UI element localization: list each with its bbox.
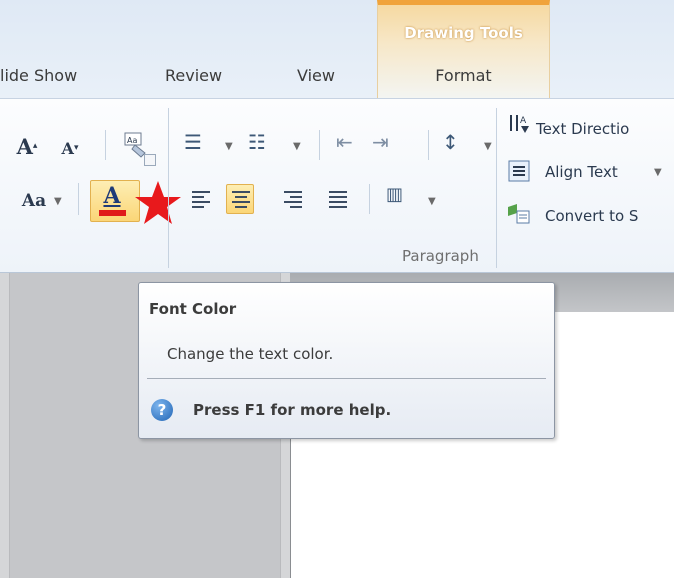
tooltip-description: Change the text color. [167, 345, 334, 363]
drawing-tools-contextual-tab: Drawing Tools Format [377, 0, 550, 98]
grow-font-icon: A [16, 133, 33, 159]
columns-button[interactable]: ▥ [386, 184, 416, 212]
shrink-font-icon: A [61, 138, 74, 158]
divider [319, 130, 320, 160]
line-spacing-button[interactable]: ↕ [442, 130, 472, 158]
font-color-icon: A [103, 183, 121, 209]
divider [78, 183, 79, 215]
text-direction-icon: A [510, 115, 529, 133]
chevron-down-icon: ▼ [225, 141, 233, 152]
font-color-tooltip: Font Color Change the text color. ? Pres… [138, 282, 555, 439]
justify-button[interactable] [324, 184, 352, 214]
decrease-indent-icon: ⇤ [336, 130, 353, 154]
align-left-button[interactable] [187, 184, 215, 214]
divider [428, 130, 429, 160]
line-spacing-icon: ↕ [442, 130, 459, 154]
align-center-button[interactable] [226, 184, 254, 214]
font-color-swatch [99, 210, 126, 216]
ribbon-tab-row: lide Show Review View Drawing Tools Form… [0, 0, 674, 98]
font-dialog-launcher[interactable] [144, 154, 156, 166]
grow-font-button[interactable]: A ▴ [14, 133, 40, 159]
chevron-down-icon: ▼ [654, 167, 662, 178]
numbering-button[interactable]: ☷ [248, 130, 278, 158]
increase-indent-icon: ⇥ [372, 130, 389, 154]
help-icon: ? [151, 399, 173, 421]
tooltip-title: Font Color [149, 300, 237, 318]
tab-slide-show[interactable]: lide Show [0, 66, 77, 85]
svg-text:Aa: Aa [127, 136, 137, 145]
tooltip-divider [147, 378, 546, 379]
svg-text:A: A [520, 116, 527, 126]
tab-view[interactable]: View [297, 66, 335, 85]
smartart-icon [508, 204, 530, 224]
divider [369, 184, 370, 214]
change-case-label: Aa [21, 191, 47, 211]
chevron-down-icon: ▼ [428, 196, 436, 207]
change-case-button[interactable]: Aa [18, 188, 50, 214]
contextual-group-title: Drawing Tools [404, 24, 523, 42]
align-text-icon [508, 160, 530, 182]
group-separator [496, 108, 497, 268]
group-separator [168, 108, 169, 268]
text-direction-button[interactable]: Text Directio [536, 120, 629, 138]
decrease-indent-button[interactable]: ⇤ [336, 130, 366, 158]
bullets-button[interactable]: ☰ [184, 130, 214, 158]
star-marker-icon [135, 181, 181, 224]
divider [105, 130, 106, 160]
columns-icon: ▥ [386, 184, 404, 205]
tab-review[interactable]: Review [165, 66, 222, 85]
font-color-button[interactable]: A [90, 180, 140, 222]
chevron-down-icon: ▼ [484, 141, 492, 152]
tooltip-help-text: Press F1 for more help. [193, 401, 392, 419]
align-text-button[interactable]: Align Text [545, 163, 618, 181]
bullets-icon: ☰ [184, 130, 202, 154]
numbering-icon: ☷ [248, 130, 266, 154]
increase-indent-button[interactable]: ⇥ [372, 130, 402, 158]
tab-format[interactable]: Format [378, 66, 549, 85]
chevron-down-icon: ▼ [293, 141, 301, 152]
shrink-font-button[interactable]: A ▾ [58, 135, 82, 161]
align-right-button[interactable] [279, 184, 307, 214]
paragraph-group-label: Paragraph [402, 247, 479, 265]
chevron-down-icon: ▼ [54, 196, 62, 207]
convert-to-smartart-button[interactable]: Convert to S [545, 207, 638, 225]
